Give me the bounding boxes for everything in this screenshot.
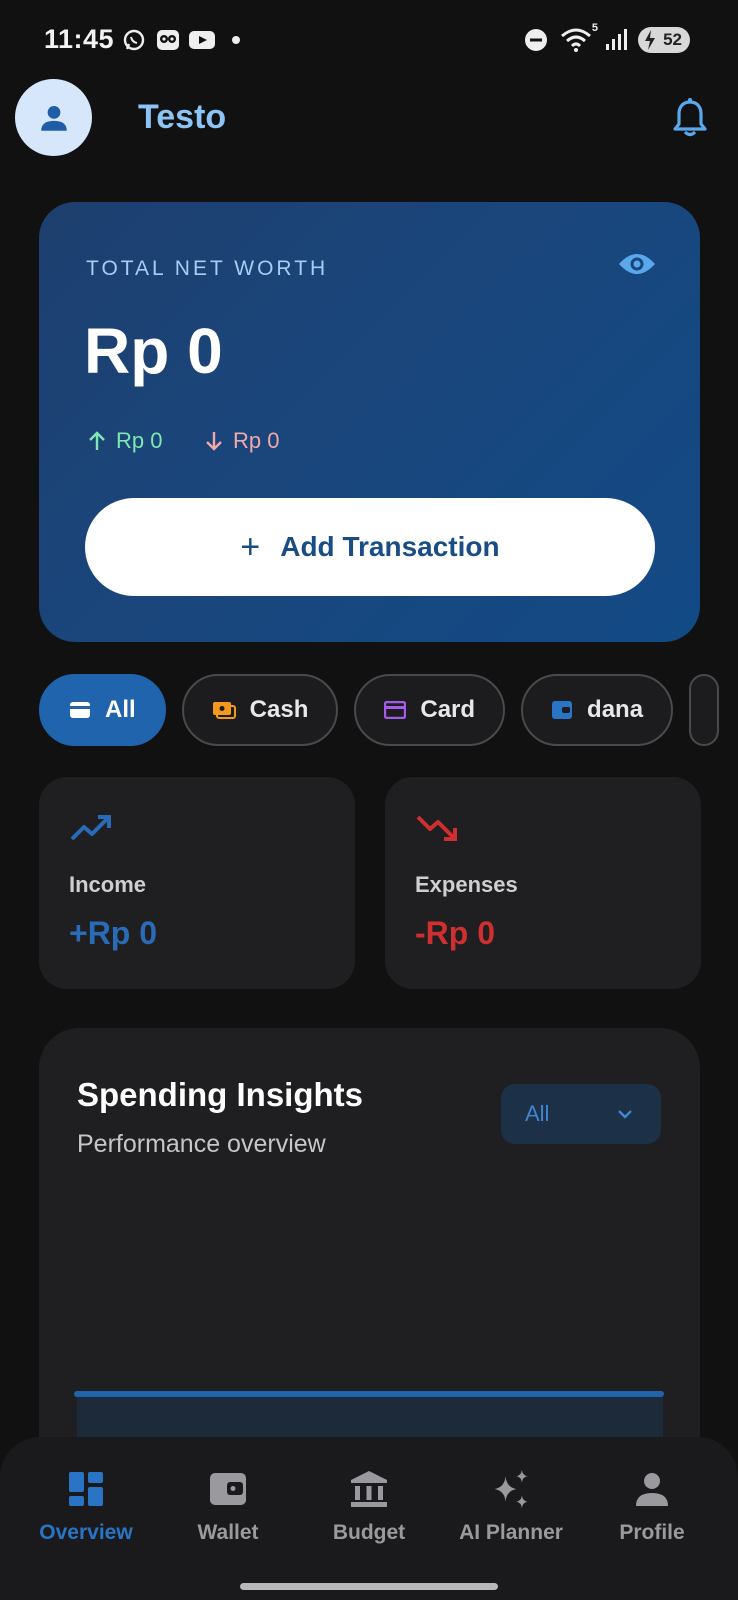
nav-profile[interactable]: Profile [582,1469,722,1545]
nav-overview[interactable]: Overview [16,1469,156,1545]
nav-wallet[interactable]: Wallet [158,1469,298,1545]
cash-icon [212,702,236,719]
trending-down-icon [415,813,459,853]
net-worth-value: Rp 0 [84,315,223,387]
bottom-navigation: Overview Wallet Budget AI Planner Profil… [0,1437,738,1600]
income-value: +Rp 0 [69,915,158,951]
net-worth-label: TOTAL NET WORTH [86,257,329,280]
chip-label: Cash [249,696,309,723]
income-card: Income +Rp 0 [39,777,355,989]
chip-dana[interactable]: dana [521,674,674,746]
expenses-card: Expenses -Rp 0 [385,777,701,989]
arrow-down-icon [206,432,222,451]
nav-label: Budget [332,1521,406,1544]
nav-label: AI Planner [459,1521,563,1544]
plus-icon: + [240,527,261,566]
sparkles-icon [491,1469,531,1509]
wallet-filter-chips: All Cash Card dana [39,674,720,746]
battery-level: 52 [663,30,682,49]
chip-all[interactable]: All [39,674,166,746]
youtube-icon [188,26,216,54]
nav-label: Overview [39,1521,133,1544]
home-indicator[interactable] [240,1583,498,1590]
add-transaction-label: Add Transaction [280,531,500,562]
nav-budget[interactable]: Budget [299,1469,439,1545]
wallet-card-icon [70,702,90,718]
charging-icon [645,30,655,50]
person-icon [40,105,67,131]
insights-subtitle: Performance overview [77,1130,326,1158]
trending-up-icon [69,813,113,853]
net-expense: Rp 0 [205,428,279,454]
nav-label: Profile [619,1521,685,1544]
add-transaction-button[interactable]: + Add Transaction [85,498,655,596]
net-income: Rp 0 [88,428,162,454]
do-not-disturb-icon [522,26,550,54]
insights-filter-select[interactable]: All [501,1084,661,1144]
insights-title: Spending Insights [77,1076,363,1113]
chip-cash[interactable]: Cash [181,674,339,746]
bank-icon [349,1469,389,1509]
dashboard-icon [66,1469,106,1509]
nav-label: Wallet [197,1521,259,1544]
battery-indicator: 52 [638,27,690,53]
expenses-label: Expenses [415,872,518,897]
net-worth-card: TOTAL NET WORTH Rp 0 Rp 0 Rp 0 + Add Tra… [39,202,700,642]
username: Testo [138,98,227,136]
chip-label: All [105,696,136,723]
wallet-icon [552,701,573,719]
net-income-value: Rp 0 [116,428,163,453]
credit-card-icon [384,701,407,719]
expenses-value: -Rp 0 [415,915,495,951]
signal-icon [602,26,630,54]
wifi-icon: 5 [558,22,598,54]
notification-dot-icon [232,36,240,44]
status-left-icons [120,26,240,54]
owl-app-icon [154,26,182,54]
arrow-up-icon [89,431,105,450]
chip-more[interactable] [689,674,720,746]
income-label: Income [69,872,147,897]
nav-ai-planner[interactable]: AI Planner [441,1469,581,1545]
avatar[interactable] [15,79,92,156]
chip-card[interactable]: Card [354,674,506,746]
wifi-band-label: 5 [591,22,598,34]
eye-icon[interactable] [618,250,656,288]
person-icon [632,1469,672,1509]
chip-label: Card [420,696,476,723]
chevron-down-icon [618,1110,632,1119]
net-expense-value: Rp 0 [233,428,280,453]
status-bar: 11:45 5 52 [0,0,738,80]
bell-icon[interactable] [672,98,712,138]
status-right-icons: 5 52 [522,22,690,54]
chip-label: dana [587,696,644,723]
status-time: 11:45 [44,24,115,54]
whatsapp-icon [120,26,148,54]
wallet-icon [208,1469,248,1509]
insights-filter-value: All [525,1101,550,1126]
